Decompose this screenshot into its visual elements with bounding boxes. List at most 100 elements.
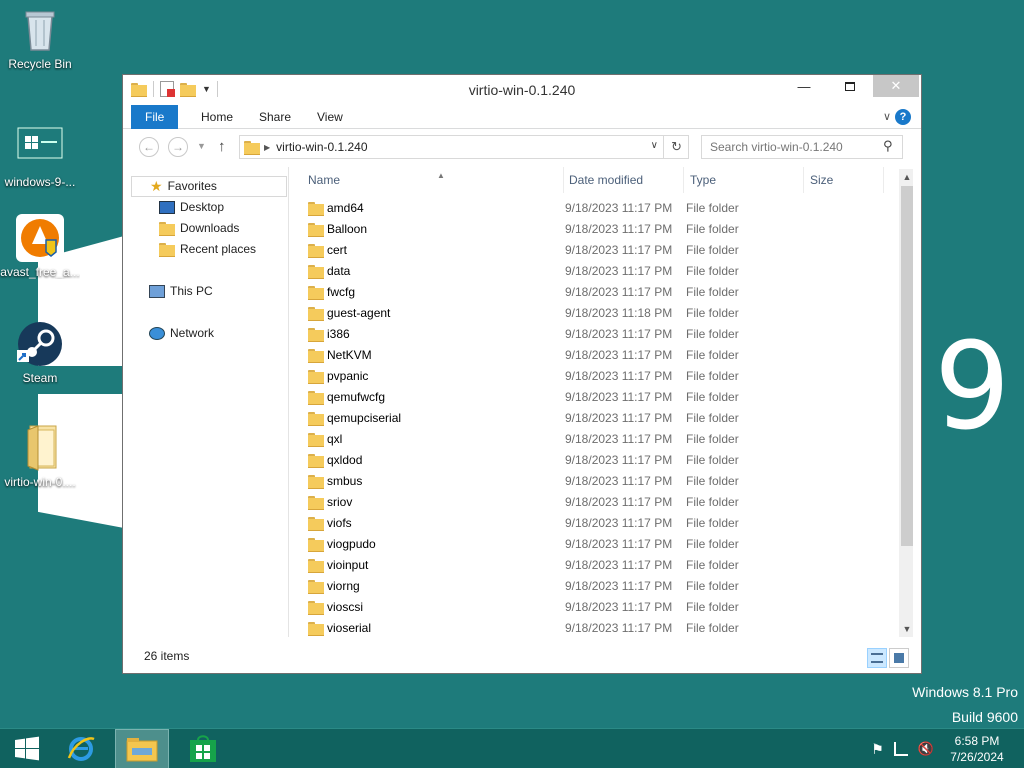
title-bar[interactable]: ▼ virtio-win-0.1.240 — ✕	[123, 75, 921, 105]
table-row[interactable]: qxldod 9/18/2023 11:17 PM File folder	[289, 450, 899, 471]
desktop-icon-virtio[interactable]: virtio-win-0....	[0, 424, 80, 489]
column-size[interactable]: Size	[804, 167, 884, 193]
file-date-modified: 9/18/2023 11:17 PM	[565, 579, 673, 593]
recent-locations-dropdown[interactable]: ▼	[197, 141, 206, 151]
folder-icon	[308, 370, 324, 384]
forward-button[interactable]: →	[168, 137, 188, 157]
nav-favorites[interactable]: ★ Favorites	[131, 176, 287, 197]
table-row[interactable]: viofs 9/18/2023 11:17 PM File folder	[289, 513, 899, 534]
desktop-icon-recycle-bin[interactable]: Recycle Bin	[0, 6, 80, 71]
windows-image-icon	[16, 124, 64, 172]
internet-explorer-button[interactable]	[54, 729, 108, 768]
desktop-icon-steam[interactable]: Steam	[0, 320, 80, 385]
file-type: File folder	[686, 327, 739, 341]
vertical-scrollbar[interactable]: ▲ ▼	[899, 169, 913, 637]
table-row[interactable]: data 9/18/2023 11:17 PM File folder	[289, 261, 899, 282]
back-button[interactable]: ←	[139, 137, 159, 157]
wallpaper-number: 9	[934, 318, 1011, 457]
desktop-icon-avast[interactable]: avast_free_a...	[0, 214, 80, 279]
scroll-up-icon[interactable]: ▲	[899, 169, 913, 185]
clock[interactable]: 6:58 PM 7/26/2024	[944, 733, 1010, 765]
file-name: vioserial	[327, 621, 372, 635]
file-date-modified: 9/18/2023 11:17 PM	[565, 432, 673, 446]
table-row[interactable]: viogpudo 9/18/2023 11:17 PM File folder	[289, 534, 899, 555]
volume-muted-icon[interactable]: 🔇	[918, 741, 934, 757]
scroll-down-icon[interactable]: ▼	[899, 621, 913, 637]
arrow-left-icon: ←	[143, 140, 155, 154]
table-row[interactable]: guest-agent 9/18/2023 11:18 PM File folder	[289, 303, 899, 324]
breadcrumb-current-folder[interactable]: virtio-win-0.1.240	[276, 140, 367, 154]
file-type: File folder	[686, 222, 739, 236]
file-type: File folder	[686, 474, 739, 488]
desktop-icon-label: avast_free_a...	[0, 265, 80, 279]
nav-desktop[interactable]: Desktop	[159, 197, 224, 218]
large-icons-view-button[interactable]	[889, 648, 909, 668]
desktop-icon-label: windows-9-...	[4, 175, 76, 189]
folder-icon	[308, 202, 324, 216]
network-status-icon[interactable]	[893, 742, 908, 756]
table-row[interactable]: qxl 9/18/2023 11:17 PM File folder	[289, 429, 899, 450]
search-icon[interactable]: ⚲	[883, 138, 893, 154]
up-button[interactable]: ↑	[218, 138, 226, 155]
help-icon[interactable]: ?	[895, 109, 911, 125]
explorer-window: ▼ virtio-win-0.1.240 — ✕ File Home Share…	[122, 74, 922, 674]
table-row[interactable]: viorng 9/18/2023 11:17 PM File folder	[289, 576, 899, 597]
arrow-up-icon: ↑	[218, 138, 226, 155]
file-date-modified: 9/18/2023 11:17 PM	[565, 537, 673, 551]
file-type: File folder	[686, 264, 739, 278]
scrollbar-thumb[interactable]	[901, 186, 913, 546]
file-date-modified: 9/18/2023 11:17 PM	[565, 285, 673, 299]
table-row[interactable]: vioinput 9/18/2023 11:17 PM File folder	[289, 555, 899, 576]
file-date-modified: 9/18/2023 11:17 PM	[565, 243, 673, 257]
table-row[interactable]: qemupciserial 9/18/2023 11:17 PM File fold…	[289, 408, 899, 429]
file-list: Name ▲ Date modified Type Size amd64 9/18…	[289, 167, 913, 637]
tab-view[interactable]: View	[303, 105, 357, 129]
table-row[interactable]: NetKVM 9/18/2023 11:17 PM File folder	[289, 345, 899, 366]
close-button[interactable]: ✕	[873, 75, 919, 97]
close-icon: ✕	[890, 78, 902, 93]
tab-file[interactable]: File	[131, 105, 179, 129]
nav-recent-places[interactable]: Recent places	[159, 239, 256, 260]
explorer-body: ★ Favorites Desktop Downloads Recent pla…	[123, 167, 921, 637]
column-name[interactable]: Name ▲	[302, 167, 564, 193]
table-row[interactable]: vioserial 9/18/2023 11:17 PM File folder	[289, 618, 899, 637]
table-row[interactable]: vioscsi 9/18/2023 11:17 PM File folder	[289, 597, 899, 618]
tab-home[interactable]: Home	[187, 105, 247, 129]
folder-icon	[308, 559, 324, 573]
store-button[interactable]	[176, 729, 230, 768]
expand-ribbon-icon[interactable]: ∨	[883, 110, 891, 123]
action-center-flag-icon[interactable]: ⚑	[871, 741, 884, 758]
start-button[interactable]	[0, 729, 54, 768]
search-input[interactable]: Search virtio-win-0.1.240	[701, 135, 903, 159]
file-type: File folder	[686, 243, 739, 257]
file-explorer-button[interactable]	[115, 729, 169, 768]
minimize-button[interactable]: —	[781, 75, 827, 97]
nav-network[interactable]: Network	[149, 323, 214, 344]
table-row[interactable]: sriov 9/18/2023 11:17 PM File folder	[289, 492, 899, 513]
details-view-button[interactable]	[867, 648, 887, 668]
address-bar[interactable]: ▶ virtio-win-0.1.240 ∨ ↻	[239, 135, 689, 159]
column-date-modified[interactable]: Date modified	[563, 167, 684, 193]
breadcrumb-chevron-icon[interactable]: ▶	[264, 143, 270, 152]
table-row[interactable]: smbus 9/18/2023 11:17 PM File folder	[289, 471, 899, 492]
folder-icon	[308, 286, 324, 300]
table-row[interactable]: Balloon 9/18/2023 11:17 PM File folder	[289, 219, 899, 240]
file-name: qxldod	[327, 453, 363, 467]
table-row[interactable]: cert 9/18/2023 11:17 PM File folder	[289, 240, 899, 261]
maximize-button[interactable]	[827, 75, 873, 97]
table-row[interactable]: pvpanic 9/18/2023 11:17 PM File folder	[289, 366, 899, 387]
table-row[interactable]: fwcfg 9/18/2023 11:17 PM File folder	[289, 282, 899, 303]
table-row[interactable]: i386 9/18/2023 11:17 PM File folder	[289, 324, 899, 345]
nav-downloads[interactable]: Downloads	[159, 218, 239, 239]
address-history-dropdown[interactable]: ∨	[651, 140, 658, 151]
file-name: i386	[327, 327, 350, 341]
folder-icon	[308, 265, 324, 279]
tab-share[interactable]: Share	[245, 105, 305, 129]
table-row[interactable]: amd64 9/18/2023 11:17 PM File folder	[289, 198, 899, 219]
column-type[interactable]: Type	[684, 167, 804, 193]
refresh-icon[interactable]: ↻	[671, 139, 682, 155]
file-type: File folder	[686, 579, 739, 593]
nav-this-pc[interactable]: This PC	[149, 281, 213, 302]
desktop-icon-windows-9[interactable]: windows-9-...	[0, 124, 80, 189]
table-row[interactable]: qemufwcfg 9/18/2023 11:17 PM File folder	[289, 387, 899, 408]
